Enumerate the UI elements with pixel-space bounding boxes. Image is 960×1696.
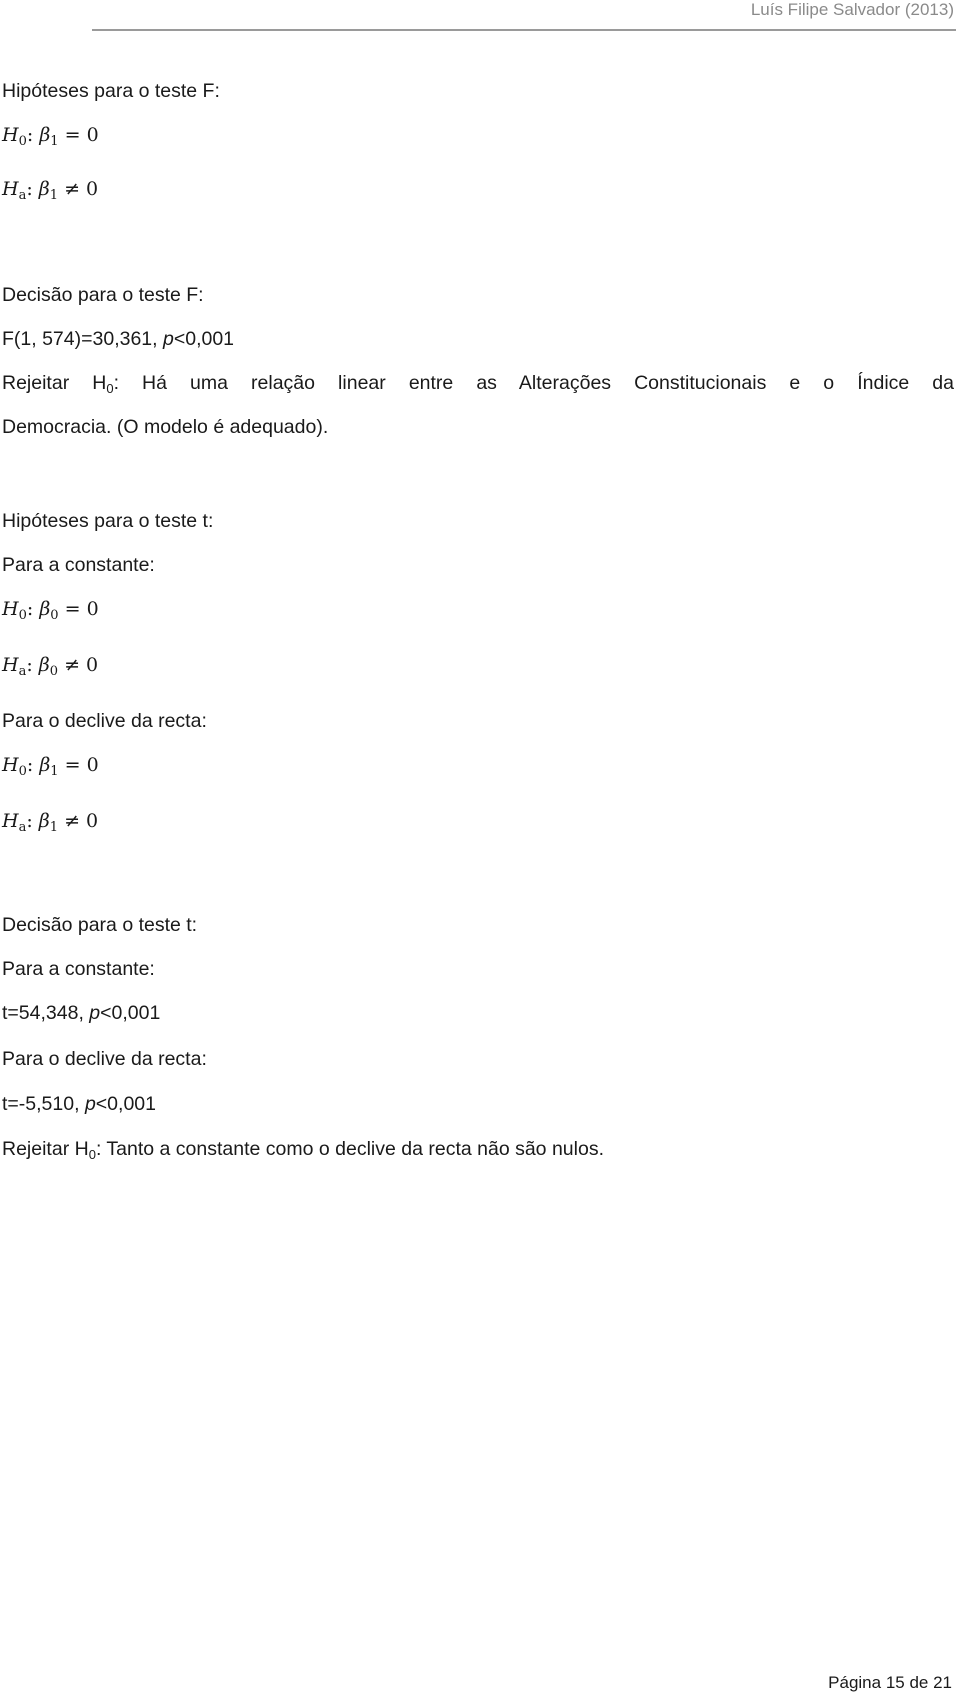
h-symbol: H [2, 178, 19, 200]
beta-subscript: 1 [50, 764, 59, 779]
beta-symbol: β [39, 598, 51, 620]
h-subscript: 0 [18, 764, 27, 779]
relation: ≠ 0 [58, 810, 99, 832]
p-value: <0,001 [95, 1093, 156, 1115]
beta-subscript: 1 [49, 188, 59, 203]
reject-text: : Há uma relação linear entre as Alteraç… [113, 372, 954, 394]
beta-symbol: β [39, 124, 51, 146]
beta-symbol: β [38, 654, 50, 676]
h-symbol: H [2, 598, 19, 620]
f-reject-statement: Rejeitar H0: Há uma relação linear entre… [2, 372, 954, 396]
f-null-hypothesis: H0: β1 = 0 [2, 124, 99, 149]
t-constant-statistic: t=54,348, p<0,001 [2, 1002, 160, 1025]
h-subscript: 0 [88, 1147, 96, 1162]
h-symbol: H [2, 654, 19, 676]
t-decision-title: Decisão para o teste t: [2, 914, 198, 936]
beta-symbol: β [38, 810, 50, 832]
f-hypotheses-title: Hipóteses para o teste F: [2, 80, 220, 102]
beta-symbol: β [38, 178, 50, 200]
t-constant-alt-hypothesis: Ha: β0 ≠ 0 [2, 654, 99, 679]
t-reject-statement: Rejeitar H0: Tanto a constante como o de… [2, 1138, 604, 1162]
h-subscript: a [18, 820, 27, 835]
beta-subscript: 1 [49, 820, 59, 835]
h-subscript: 0 [18, 134, 27, 149]
f-decision-title: Decisão para o teste F: [2, 284, 204, 306]
t-constant-label: Para a constante: [2, 554, 155, 576]
t-constant-null-hypothesis: H0: β0 = 0 [2, 598, 99, 623]
relation: ≠ 0 [58, 654, 99, 676]
p-label: p [89, 1002, 101, 1024]
t-slope-statistic: t=-5,510, p<0,001 [2, 1093, 156, 1116]
t-slope-null-hypothesis: H0: β1 = 0 [2, 754, 99, 779]
t-slope-alt-hypothesis: Ha: β1 ≠ 0 [2, 810, 99, 835]
relation: = 0 [58, 124, 99, 146]
h-symbol: H [2, 754, 19, 776]
stat-text: t=-5,510, [2, 1093, 85, 1115]
beta-subscript: 0 [49, 664, 59, 679]
p-value: <0,001 [100, 1002, 161, 1024]
page-number: Página 15 de 21 [828, 1673, 952, 1692]
beta-subscript: 1 [50, 134, 59, 149]
p-label: p [162, 328, 174, 350]
t-decision-constant-label: Para a constante: [2, 958, 155, 980]
t-hypotheses-title: Hipóteses para o teste t: [2, 510, 214, 532]
p-label: p [84, 1093, 96, 1115]
reject-prefix: Rejeitar H [2, 372, 107, 394]
f-statistic: F(1, 574)=30,361, p<0,001 [2, 328, 234, 351]
reject-text: : Tanto a constante como o declive da re… [95, 1138, 604, 1160]
reject-prefix: Rejeitar H [2, 1138, 89, 1160]
h-subscript: 0 [106, 381, 114, 396]
f-reject-continuation: Democracia. (O modelo é adequado). [2, 416, 329, 438]
relation: ≠ 0 [58, 178, 99, 200]
t-decision-slope-label: Para o declive da recta: [2, 1048, 207, 1070]
h-symbol: H [2, 810, 19, 832]
stat-text: t=54,348, [2, 1002, 90, 1024]
relation: = 0 [58, 754, 99, 776]
beta-symbol: β [39, 754, 51, 776]
h-subscript: a [18, 664, 27, 679]
relation: = 0 [58, 598, 99, 620]
f-alt-hypothesis: Ha: β1 ≠ 0 [2, 178, 99, 203]
header-author: Luís Filipe Salvador (2013) [750, 0, 954, 19]
header-rule [92, 29, 956, 31]
t-slope-label: Para o declive da recta: [2, 710, 207, 732]
h-subscript: a [18, 188, 27, 203]
h-symbol: H [2, 124, 19, 146]
stat-text: F(1, 574)=30,361, [2, 328, 163, 350]
p-value: <0,001 [173, 328, 235, 350]
beta-subscript: 0 [50, 608, 59, 623]
h-subscript: 0 [18, 608, 27, 623]
